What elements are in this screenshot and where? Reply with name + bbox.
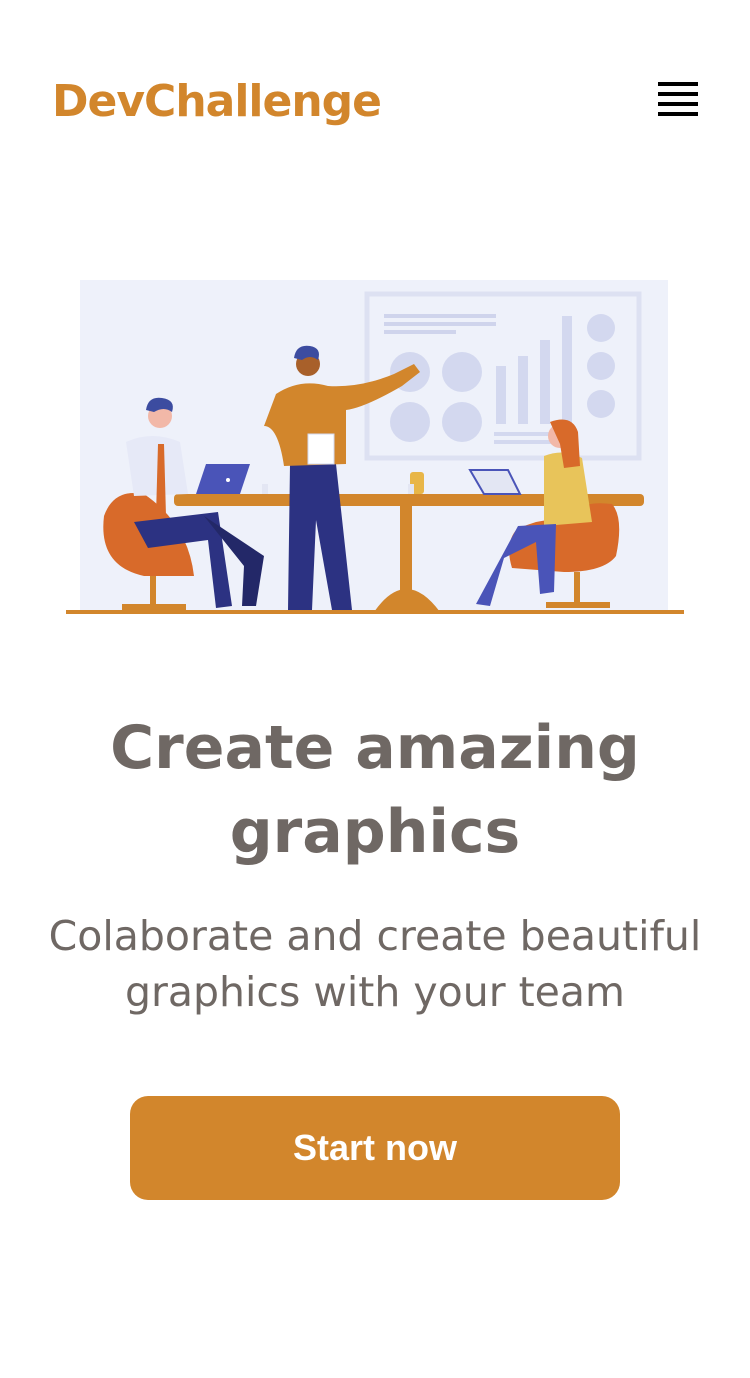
menu-bar — [658, 92, 698, 96]
hamburger-menu-icon[interactable] — [658, 82, 698, 118]
site-header: DevChallenge — [52, 70, 698, 134]
menu-bar — [658, 112, 698, 116]
hero-title: Create amazing graphics — [110, 713, 640, 867]
start-now-button[interactable]: Start now — [130, 1096, 620, 1200]
menu-bar — [658, 82, 698, 86]
menu-bar — [658, 102, 698, 106]
team-meeting-illustration — [66, 280, 684, 614]
hero-subtitle: Colaborate and create beautiful graphics… — [48, 912, 702, 1016]
brand-logo[interactable]: DevChallenge — [52, 70, 382, 134]
landing-page: DevChallenge Create amazing graphics Col… — [0, 0, 750, 1378]
